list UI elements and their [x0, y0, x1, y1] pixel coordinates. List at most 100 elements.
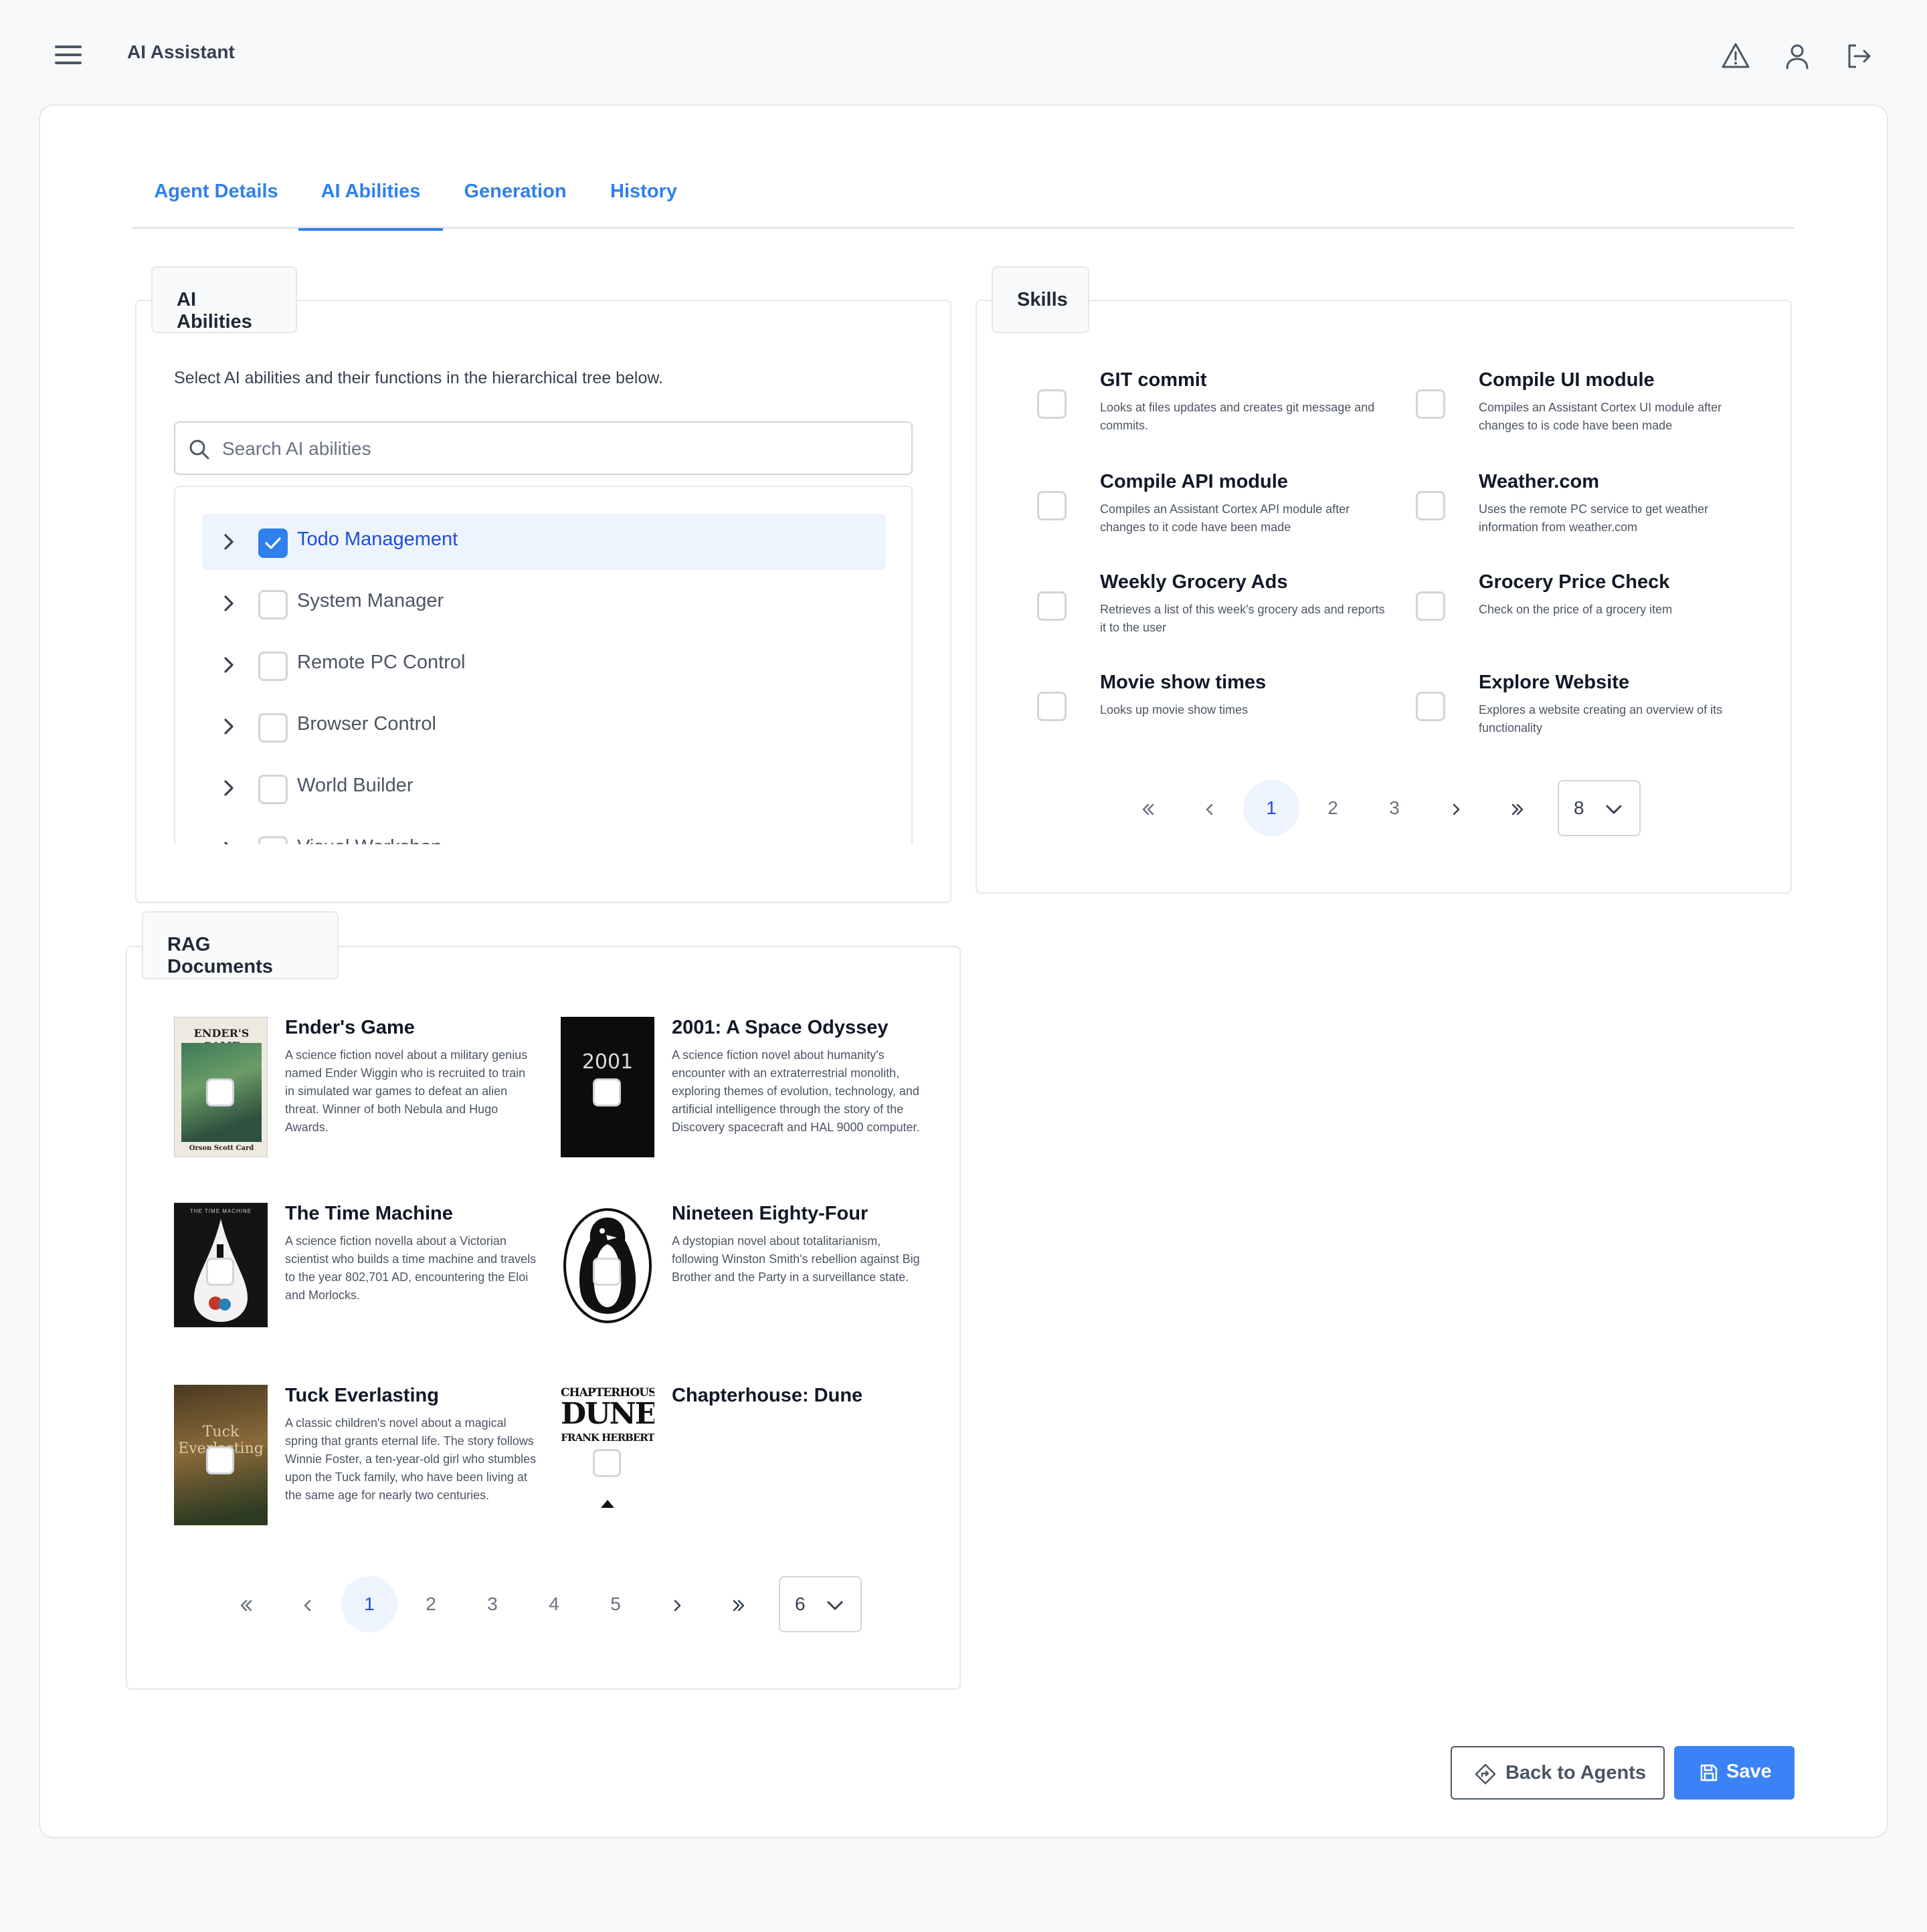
skill-checkbox[interactable] — [1037, 591, 1067, 621]
checkbox[interactable] — [258, 713, 288, 743]
tree-item-world-builder[interactable]: World Builder — [202, 760, 886, 816]
page-button[interactable]: 5 — [587, 1576, 644, 1632]
save-label: Save — [1726, 1761, 1772, 1782]
tab-ai-abilities[interactable]: AI Abilities — [298, 158, 443, 231]
warning-icon[interactable] — [1720, 40, 1752, 72]
book-cover: CHAPTERHOUSE: DUNE FRANK HERBERT — [561, 1385, 654, 1512]
chevron-right-icon[interactable] — [219, 717, 238, 736]
document-description: A classic children's novel about a magic… — [285, 1416, 537, 1502]
page-button[interactable]: 2 — [1305, 780, 1361, 836]
document-item: ENDER'S GAME Orson Scott Card Ender's Ga… — [174, 1017, 549, 1164]
user-icon[interactable] — [1781, 40, 1813, 72]
checkbox[interactable] — [258, 528, 288, 558]
back-to-agents-button[interactable]: Back to Agents — [1451, 1746, 1665, 1800]
skill-checkbox[interactable] — [1416, 591, 1445, 621]
tree-item-system-manager[interactable]: System Manager — [202, 575, 886, 632]
document-description: A science fiction novel about humanity's… — [672, 1048, 920, 1134]
document-checkbox[interactable] — [593, 1258, 621, 1286]
tree-item-remote-pc-control[interactable]: Remote PC Control — [202, 637, 886, 693]
checkbox[interactable] — [258, 652, 288, 681]
skill-name: Grocery Price Check — [1479, 571, 1670, 593]
document-checkbox[interactable] — [206, 1446, 234, 1474]
document-title: Chapterhouse: Dune — [672, 1385, 863, 1406]
document-description: A science fiction novel about a military… — [285, 1048, 528, 1134]
next-page-button[interactable] — [1428, 780, 1484, 836]
checkbox[interactable] — [258, 836, 288, 844]
rag-documents-title: RAG Documents — [142, 911, 339, 979]
rows-per-page-select[interactable]: 8 — [1558, 780, 1641, 836]
document-item: Nineteen Eighty-Four A dystopian novel a… — [561, 1203, 935, 1350]
tab-history[interactable]: History — [587, 158, 700, 229]
prev-page-button[interactable] — [1182, 780, 1238, 836]
document-title: Nineteen Eighty-Four — [672, 1203, 868, 1224]
chevron-right-icon — [674, 1600, 681, 1611]
checkbox[interactable] — [258, 590, 288, 619]
save-button[interactable]: Save — [1674, 1746, 1795, 1800]
skill-name: Weekly Grocery Ads — [1100, 571, 1288, 593]
tree-item-visual-workshop[interactable]: Visual Workshop — [202, 822, 886, 844]
directions-icon — [1475, 1763, 1496, 1785]
prev-page-button[interactable] — [280, 1576, 336, 1632]
last-page-button[interactable] — [711, 1576, 767, 1632]
tree-item-label: Todo Management — [297, 528, 458, 550]
page-button[interactable]: 3 — [464, 1576, 521, 1632]
logout-icon[interactable] — [1843, 40, 1875, 72]
skill-checkbox[interactable] — [1416, 692, 1445, 721]
document-item: Tuck Everlasting Tuck Everlasting A clas… — [174, 1385, 549, 1532]
checkbox[interactable] — [258, 775, 288, 804]
chevron-left-icon — [1206, 803, 1213, 815]
tree-item-label: Visual Workshop — [297, 836, 442, 844]
first-page-button[interactable] — [1120, 780, 1176, 836]
skill-checkbox[interactable] — [1416, 389, 1445, 419]
document-checkbox[interactable] — [593, 1449, 621, 1477]
document-item: THE TIME MACHINE The Time Machine A scie… — [174, 1203, 549, 1350]
skill-item: Compile API module Compiles an Assistant… — [1037, 471, 1385, 545]
tree-item-todo-management[interactable]: Todo Management — [202, 514, 886, 570]
chevron-right-icon[interactable] — [219, 594, 238, 613]
tab-generation[interactable]: Generation — [444, 158, 586, 229]
rows-per-page-value: 8 — [1574, 797, 1584, 818]
document-item: 2001 2001: A Space Odyssey A science fic… — [561, 1017, 935, 1164]
skill-checkbox[interactable] — [1037, 491, 1067, 520]
chevron-right-icon[interactable] — [219, 656, 238, 674]
back-to-agents-label: Back to Agents — [1505, 1762, 1647, 1783]
skill-item: Compile UI module Compiles an Assistant … — [1416, 369, 1764, 443]
chevron-right-icon[interactable] — [219, 533, 238, 551]
skill-item: Explore Website Explores a website creat… — [1416, 672, 1764, 745]
skill-description: Uses the remote PC service to get weathe… — [1479, 502, 1709, 534]
menu-icon[interactable] — [55, 45, 82, 67]
document-checkbox[interactable] — [593, 1078, 621, 1106]
document-checkbox[interactable] — [206, 1258, 234, 1286]
skill-item: Movie show times Looks up movie show tim… — [1037, 672, 1385, 745]
tree-item-browser-control[interactable]: Browser Control — [202, 698, 886, 755]
page-button[interactable]: 1 — [341, 1576, 397, 1632]
chevrons-left-icon — [1142, 803, 1154, 815]
chevron-right-icon — [1453, 803, 1460, 815]
page-button[interactable]: 2 — [403, 1576, 459, 1632]
skill-name: Weather.com — [1479, 471, 1599, 492]
skill-description: Check on the price of a grocery item — [1479, 603, 1673, 616]
page-button[interactable]: 4 — [526, 1576, 582, 1632]
last-page-button[interactable] — [1489, 780, 1546, 836]
page-button[interactable]: 1 — [1243, 780, 1299, 836]
first-page-button[interactable] — [218, 1576, 274, 1632]
chevron-down-icon — [827, 1601, 843, 1610]
chevron-right-icon[interactable] — [219, 779, 238, 797]
chevron-right-icon[interactable] — [219, 840, 238, 844]
rows-per-page-select[interactable]: 6 — [779, 1576, 862, 1632]
cover-title: 2001 — [581, 1050, 634, 1074]
next-page-button[interactable] — [649, 1576, 705, 1632]
page-button[interactable]: 3 — [1366, 780, 1423, 836]
skill-checkbox[interactable] — [1037, 692, 1067, 721]
search-box — [174, 421, 913, 475]
document-checkbox[interactable] — [206, 1078, 234, 1106]
chevrons-left-icon — [240, 1600, 252, 1611]
ai-abilities-description: Select AI abilities and their functions … — [174, 369, 663, 387]
skill-description: Looks up movie show times — [1100, 703, 1249, 716]
search-input[interactable] — [222, 432, 891, 466]
skill-checkbox[interactable] — [1416, 491, 1445, 520]
tab-agent-details[interactable]: Agent Details — [132, 158, 300, 229]
skill-checkbox[interactable] — [1037, 389, 1067, 419]
tab-bar: Agent Details AI Abilities Generation Hi… — [132, 158, 1795, 231]
cover-author: FRANK HERBERT — [561, 1432, 654, 1444]
